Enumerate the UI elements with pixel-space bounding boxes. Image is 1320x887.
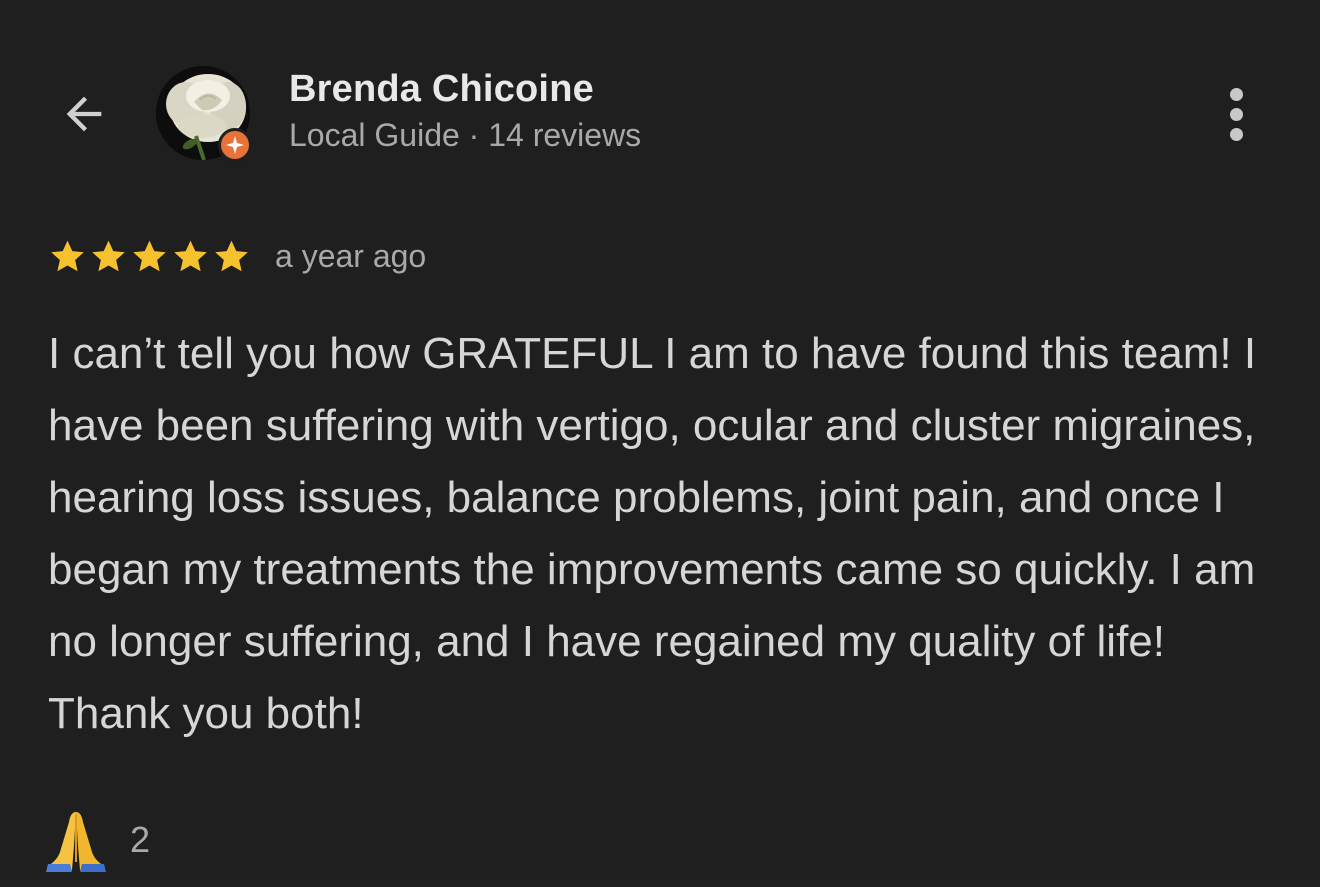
more-vert-icon bbox=[1229, 87, 1243, 101]
more-options-button[interactable] bbox=[1212, 82, 1260, 146]
review-header: Brenda Chicoine Local Guide · 14 reviews bbox=[0, 0, 1320, 200]
more-vert-dot bbox=[1229, 127, 1243, 141]
review-text: I can’t tell you how GRATEFUL I am to ha… bbox=[48, 329, 1257, 738]
back-button[interactable] bbox=[52, 82, 116, 146]
local-guide-badge-icon bbox=[218, 128, 252, 162]
more-vert-dot bbox=[1229, 107, 1243, 121]
reaction-count: 2 bbox=[130, 819, 151, 860]
reaction-button[interactable]: 2 bbox=[42, 806, 150, 874]
arrow-back-icon bbox=[66, 96, 102, 132]
star-icon bbox=[215, 240, 248, 271]
author-meta: Local Guide · 14 reviews bbox=[289, 117, 642, 153]
star-rating bbox=[48, 237, 251, 276]
star-icon bbox=[92, 240, 125, 271]
star-icon bbox=[51, 240, 84, 271]
star-icon bbox=[133, 240, 166, 271]
folded-hands-icon bbox=[46, 812, 106, 872]
author-name[interactable]: Brenda Chicoine bbox=[289, 68, 594, 111]
star-icon bbox=[174, 240, 207, 271]
review-date: a year ago bbox=[275, 237, 427, 274]
author-avatar[interactable] bbox=[156, 66, 254, 164]
rating-row: a year ago bbox=[48, 234, 426, 278]
